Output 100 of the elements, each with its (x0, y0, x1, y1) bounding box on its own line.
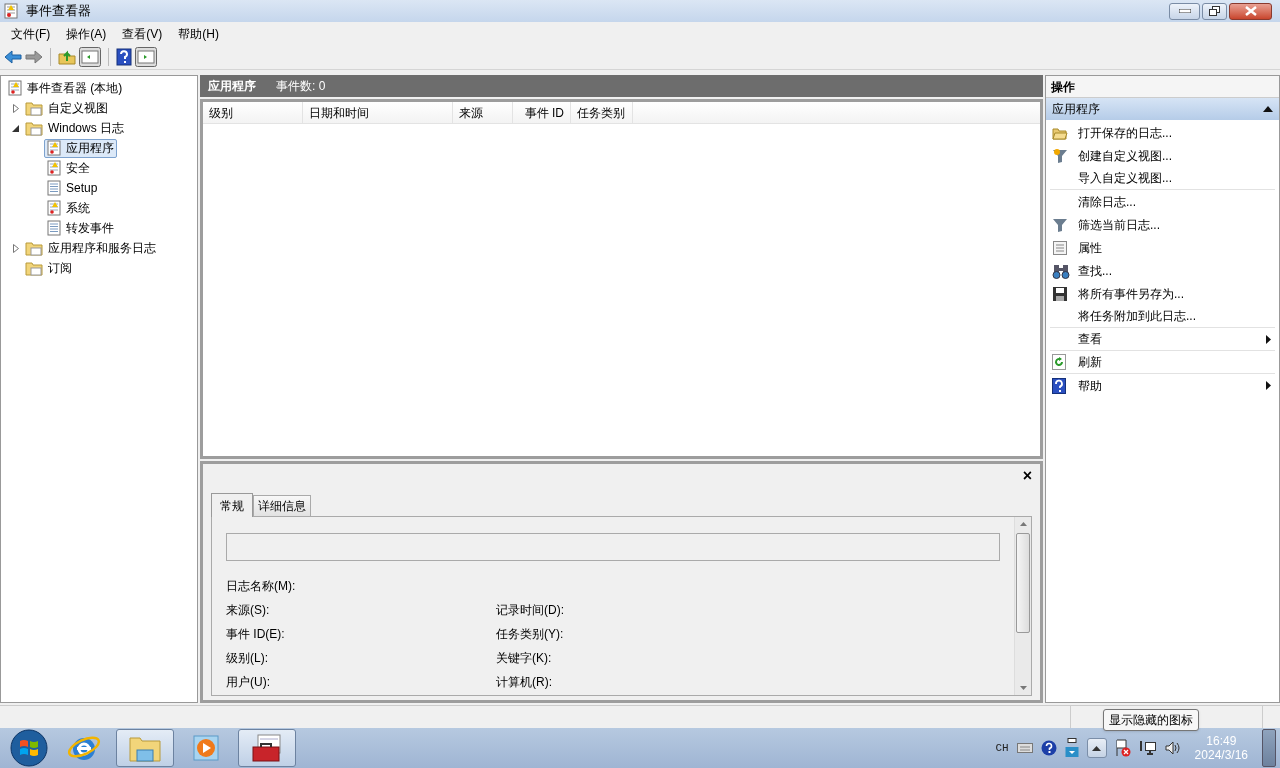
menu-item[interactable]: 操作(A) (59, 22, 114, 45)
column-header[interactable]: 任务类别 (571, 102, 633, 123)
open-folder-icon (1052, 125, 1068, 140)
action-item[interactable]: 将所有事件另存为... (1050, 282, 1275, 305)
keyboard-icon[interactable] (1016, 743, 1033, 753)
close-button[interactable] (1229, 2, 1272, 20)
tree-item[interactable]: Windows 日志 (22, 118, 127, 138)
event-count: 事件数: 0 (276, 78, 326, 95)
window-icon[interactable] (1064, 738, 1079, 758)
filter-icon (1052, 147, 1068, 164)
folder-icon (25, 100, 43, 116)
menu-item[interactable]: 查看(V) (115, 22, 170, 45)
minimize-icon (1178, 9, 1191, 13)
tab[interactable]: 常规 (211, 493, 253, 517)
action-item[interactable]: 查看 (1050, 328, 1275, 351)
tree-item[interactable]: Setup (44, 178, 101, 198)
tab[interactable]: 详细信息 (253, 495, 311, 516)
action-item[interactable]: 将任务附加到此日志... (1050, 305, 1275, 328)
tree-item[interactable]: 应用程序和服务日志 (22, 238, 159, 258)
action-item[interactable]: 刷新 (1050, 351, 1275, 374)
help-icon (1052, 377, 1066, 394)
taskbar-button[interactable] (238, 729, 296, 767)
action-item[interactable]: 属性 (1050, 236, 1275, 259)
section-title: 应用程序 (1052, 101, 1100, 118)
media-player-icon (191, 733, 221, 763)
language-indicator[interactable]: CH (995, 739, 1009, 757)
tooltip: 显示隐藏的图标 (1103, 709, 1199, 731)
tree-item[interactable]: 事件查看器 (本地) (5, 78, 126, 98)
action-item[interactable]: 打开保存的日志... (1050, 121, 1275, 144)
panel-title: 操作 (1051, 78, 1075, 96)
folder-up-icon[interactable] (58, 49, 76, 65)
log-icon (47, 220, 61, 236)
field-label: 任务类别(Y): (496, 626, 564, 643)
up-arrow-icon (1092, 745, 1102, 751)
scrollbar[interactable] (1014, 517, 1031, 695)
action-item[interactable]: 筛选当前日志... (1050, 213, 1275, 236)
tree-item[interactable]: 自定义视图 (22, 98, 111, 118)
back-arrow-icon[interactable] (4, 49, 22, 65)
scroll-thumb[interactable] (1016, 533, 1030, 633)
action-item[interactable]: 导入自定义视图... (1050, 167, 1275, 190)
field-label: 事件 ID(E): (226, 627, 285, 641)
folder-icon (25, 120, 43, 136)
tree-item[interactable]: 系统 (44, 198, 93, 218)
network-icon[interactable] (1138, 740, 1157, 756)
taskbar-button[interactable] (116, 729, 174, 767)
help-icon[interactable] (116, 48, 132, 66)
restore-icon (1209, 6, 1220, 16)
field-label: 关键字(K): (496, 650, 552, 667)
start-orb-icon (10, 729, 48, 767)
restore-button[interactable] (1202, 2, 1227, 20)
event-log-icon (47, 160, 61, 176)
event-log-icon (47, 140, 61, 156)
speaker-icon[interactable] (1164, 740, 1181, 756)
close-icon (1244, 6, 1257, 16)
show-hidden-icons-button[interactable] (1086, 738, 1107, 758)
field-label: 用户(U): (226, 675, 270, 689)
log-icon (47, 180, 61, 196)
action-item[interactable]: 帮助 (1050, 374, 1275, 397)
show-desktop-button[interactable] (1262, 729, 1276, 767)
collapsed-arrow-icon[interactable] (12, 243, 19, 253)
close-icon[interactable]: × (1022, 464, 1032, 488)
action-item[interactable]: 创建自定义视图... (1050, 144, 1275, 167)
field-label: 日志名称(M): (226, 579, 296, 593)
action-item[interactable]: 清除日志... (1050, 190, 1275, 213)
column-header[interactable]: 事件 ID (513, 102, 571, 123)
expanded-arrow-icon[interactable] (12, 124, 19, 132)
toolbox-icon (250, 733, 284, 763)
tree-item[interactable]: 订阅 (22, 258, 75, 278)
tree-item[interactable]: 应用程序 (44, 138, 117, 158)
flag-error-icon[interactable] (1114, 739, 1131, 757)
filter-icon (1052, 216, 1068, 233)
clock-date: 2024/3/16 (1194, 748, 1248, 762)
binoculars-icon (1052, 262, 1070, 279)
event-log-icon (8, 80, 22, 96)
pane-title: 应用程序 (208, 78, 256, 95)
column-header[interactable]: 级别 (203, 102, 303, 123)
event-log-icon (4, 3, 18, 19)
tree-item[interactable]: 安全 (44, 158, 93, 178)
collapse-icon[interactable] (1263, 106, 1273, 112)
clock-time: 16:49 (1206, 734, 1237, 748)
refresh-icon (1052, 354, 1066, 370)
event-log-icon (47, 200, 61, 216)
submenu-arrow-icon (1266, 381, 1271, 390)
collapsed-arrow-icon[interactable] (12, 103, 19, 113)
section-header[interactable]: 应用程序 (1046, 98, 1279, 120)
forward-arrow-icon[interactable] (25, 49, 43, 65)
tree-item[interactable]: 转发事件 (44, 218, 117, 238)
action-item[interactable]: 查找... (1050, 259, 1275, 282)
field-label: 计算机(R): (496, 674, 552, 691)
folder-icon (25, 260, 43, 276)
panel-toggle-icon[interactable] (135, 47, 157, 67)
folder-icon (25, 240, 43, 256)
column-header[interactable]: 来源 (453, 102, 513, 123)
menu-item[interactable]: 文件(F) (4, 22, 58, 45)
field-label: 来源(S): (226, 603, 270, 617)
panel-toggle-icon[interactable] (79, 47, 101, 67)
menu-item[interactable]: 帮助(H) (171, 22, 226, 45)
help-icon[interactable] (1040, 740, 1057, 756)
field-label: 记录时间(D): (496, 602, 564, 619)
column-header[interactable]: 日期和时间 (303, 102, 453, 123)
